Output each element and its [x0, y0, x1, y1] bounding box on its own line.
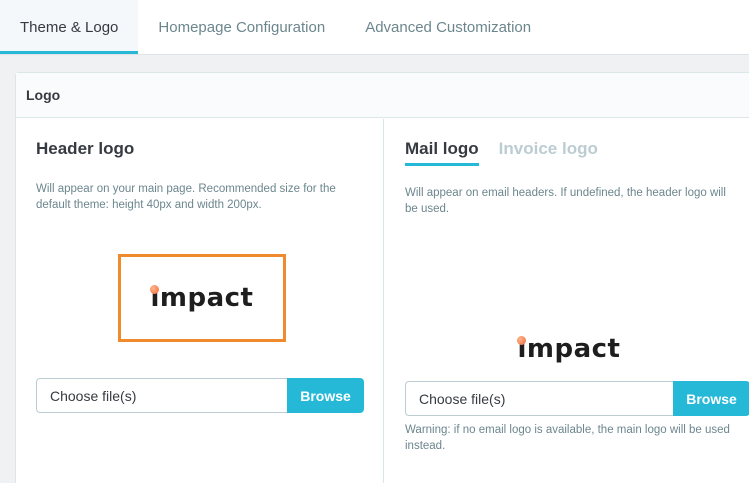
logo-card: Logo Header logo Will appear on your mai… [15, 72, 749, 483]
header-logo-file-group: Choose file(s) Browse [36, 378, 364, 413]
mail-logo-help: Will appear on email headers. If undefin… [405, 187, 726, 215]
card-title: Logo [16, 73, 749, 118]
mail-logo-file-input[interactable]: Choose file(s) [405, 381, 673, 416]
header-logo-browse-button[interactable]: Browse [287, 378, 364, 413]
mail-logo-section: Mail logo Invoice logo Will appear on em… [385, 119, 749, 483]
header-logo-file-input[interactable]: Choose file(s) [36, 378, 287, 413]
mail-logo-preview: impact [485, 319, 653, 379]
logo-wordmark: impact [517, 334, 621, 364]
mail-logo-browse-button[interactable]: Browse [673, 381, 749, 416]
logo-subtabs: Mail logo Invoice logo [405, 139, 598, 166]
tab-advanced-customization[interactable]: Advanced Customization [345, 0, 551, 54]
impact-logo-mail: impact [517, 334, 620, 364]
impact-logo: impact [150, 283, 253, 313]
header-logo-section: Header logo Will appear on your main pag… [16, 119, 384, 483]
subtab-mail-logo[interactable]: Mail logo [405, 139, 479, 166]
subtab-invoice-logo[interactable]: Invoice logo [499, 139, 598, 166]
header-logo-preview: impact [118, 254, 286, 342]
logo-wordmark: impact [150, 283, 254, 313]
tab-bar: Theme & Logo Homepage Configuration Adva… [0, 0, 749, 55]
mail-logo-warning: Warning: if no email logo is available, … [405, 424, 730, 452]
header-logo-title: Header logo [36, 139, 135, 158]
tab-theme-logo[interactable]: Theme & Logo [0, 0, 139, 54]
tab-homepage-configuration[interactable]: Homepage Configuration [138, 0, 345, 54]
header-logo-help: Will appear on your main page. Recommend… [36, 183, 336, 211]
mail-logo-file-group: Choose file(s) Browse [405, 381, 749, 416]
